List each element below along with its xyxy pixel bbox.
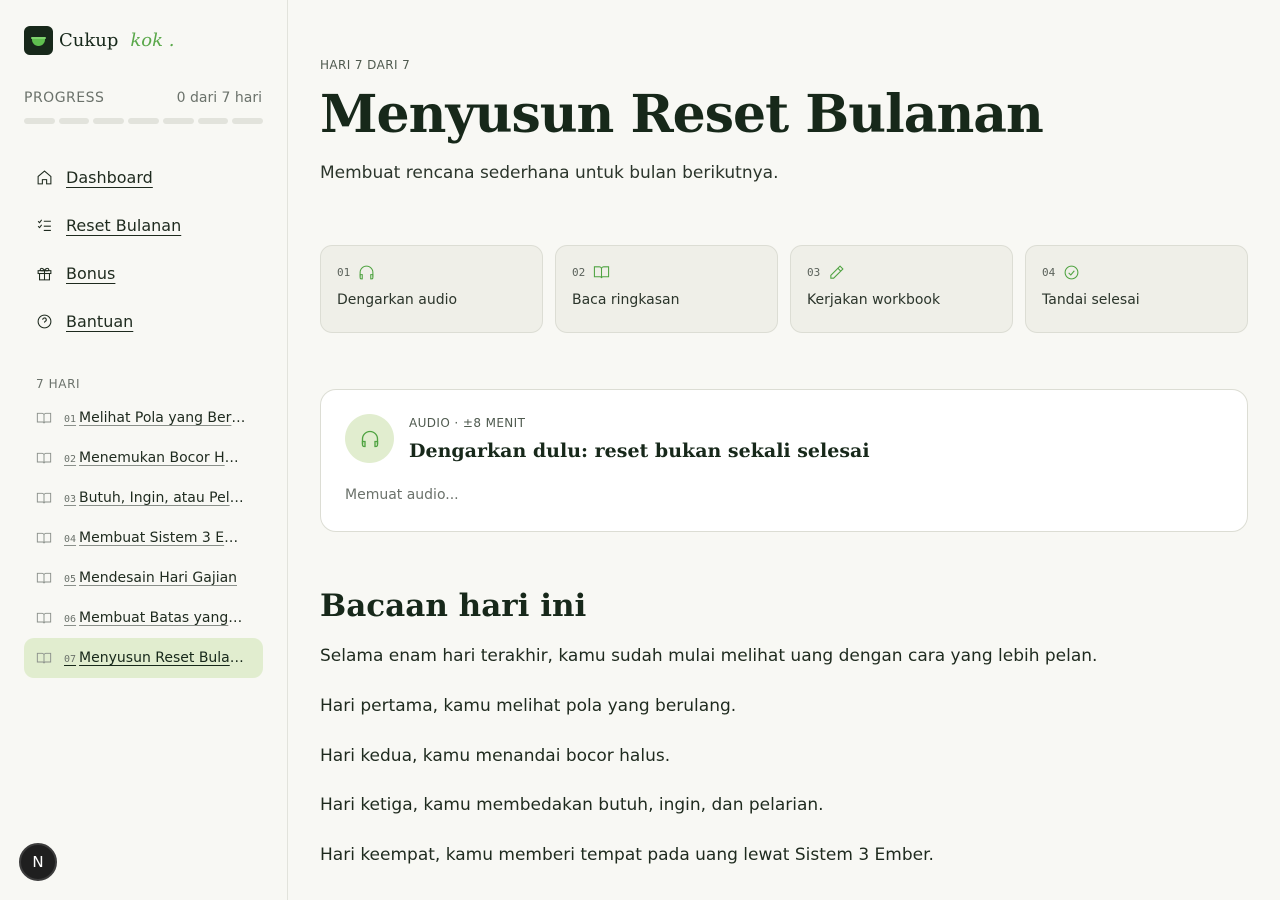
day-item-05[interactable]: 05 Mendesain Hari Gajian [24,558,263,598]
days-section-title: 7 HARI [36,377,81,391]
reading-paragraph: Hari keempat, kamu memberi tempat pada u… [320,845,934,865]
book-open-icon [36,572,52,584]
step-card-listen[interactable]: 01 Dengarkan audio [320,245,543,333]
day-number: 05 [64,574,77,585]
headphones-icon [361,430,378,447]
reading-paragraph: Selama enam hari terakhir, kamu sudah mu… [320,646,1098,666]
book-open-icon [36,492,52,504]
progress-segment [24,118,55,124]
reading-title: Bacaan hari ini [320,588,587,624]
step-number: 03 [807,265,821,279]
nav-item-dashboard[interactable]: Dashboard [24,160,263,194]
bowl-logo-icon [24,26,53,55]
step-card-read[interactable]: 02 Baca ringkasan [555,245,778,333]
nav-item-label: Dashboard [66,167,153,187]
day-item-label: 07 Menyusun Reset Bulanan [64,650,246,666]
day-number: 07 [64,654,77,665]
reading-paragraph: Hari pertama, kamu melihat pola yang ber… [320,696,737,716]
nav-item-bonus[interactable]: Bonus [24,256,263,290]
home-icon [37,169,52,184]
day-number: 06 [64,614,77,625]
book-open-icon [36,612,52,624]
day-item-02[interactable]: 02 Menemukan Bocor Halus [24,438,263,478]
day-number: 02 [64,454,77,465]
pencil-icon [830,264,844,279]
progress-count: 0 dari 7 hari [176,90,262,106]
gift-icon [37,267,52,280]
brand-name: Cukup [59,30,119,51]
progress-bar [24,118,264,124]
sidebar: Cukup kok . PROGRESS 0 dari 7 hari Dashb… [0,0,288,900]
progress-label: PROGRESS [24,90,105,106]
progress-segment [58,118,90,124]
day-item-01[interactable]: 01Melihat Pola yang Berulang [24,398,263,438]
book-open-icon [36,452,52,464]
day-item-03[interactable]: 03Butuh, Ingin, atau Pelarian [24,478,263,518]
day-item-06[interactable]: 06Membuat Batas yang Masuk Akal [24,598,263,638]
nav-item-label: Reset Bulanan [66,215,182,235]
audio-play-button[interactable] [345,414,394,463]
dev-tools-badge[interactable]: N [19,843,57,881]
step-label: Kerjakan workbook [807,292,941,308]
day-item-07[interactable]: 07 Menyusun Reset Bulanan [24,638,263,678]
page-title: Menyusun Reset Bulanan [320,84,1044,145]
day-title: Mendesain Hari Gajian [79,570,238,586]
step-label: Dengarkan audio [337,292,458,308]
step-number: 04 [1042,265,1056,279]
audio-loading-status: Memuat audio... [345,487,459,503]
progress-segment [232,118,264,124]
day-item-label: 01Melihat Pola yang Berulang [64,410,246,426]
step-number: 01 [337,265,351,279]
nav-item-label: Bonus [66,263,116,283]
step-number: 02 [572,265,586,279]
step-card-workbook[interactable]: 03 Kerjakan workbook [790,245,1013,333]
checklist-icon [37,219,51,231]
day-item-label: 06Membuat Batas yang Masuk Akal [64,610,246,626]
reading-paragraph: Hari kedua, kamu menandai bocor halus. [320,746,671,766]
progress-segment [128,118,159,124]
nav-item-reset-bulanan[interactable]: Reset Bulanan [24,208,263,242]
book-open-icon [36,412,52,424]
audio-card: AUDIO · ±8 MENIT Dengarkan dulu: reset b… [320,389,1248,532]
days-list: 01Melihat Pola yang Berulang 02Menemukan… [24,398,263,678]
main-nav: Dashboard Reset Bulanan Bonus Bantuan [24,160,263,352]
day-number: 01 [64,414,77,425]
reading-paragraph: Hari ketiga, kamu membedakan butuh, ingi… [320,795,824,815]
brand-accent: kok . [130,30,175,51]
day-item-label: 02 Menemukan Bocor Halus [64,450,246,466]
progress-segment [197,118,229,124]
day-title: Butuh, Ingin, atau Pelarian [79,490,246,506]
day-item-label: 03Butuh, Ingin, atau Pelarian [64,490,246,506]
audio-title: Dengarkan dulu: reset bukan sekali seles… [409,440,870,462]
headphones-icon [359,265,374,279]
brand-logo[interactable]: Cukup kok . [24,26,175,55]
day-item-label: 04 Membuat Sistem 3 Ember [64,530,246,546]
day-eyebrow: HARI 7 DARI 7 [320,58,411,72]
day-number: 03 [64,494,77,505]
audio-meta: AUDIO · ±8 MENIT [409,416,526,430]
book-open-icon [36,652,52,664]
day-item-04[interactable]: 04 Membuat Sistem 3 Ember [24,518,263,558]
check-circle-icon [1064,265,1079,279]
step-label: Baca ringkasan [572,292,680,308]
step-card-complete[interactable]: 04 Tandai selesai [1025,245,1248,333]
day-title: Membuat Sistem 3 Ember [79,530,246,546]
help-circle-icon [37,314,52,328]
book-open-icon [36,532,52,544]
steps-row: 01 Dengarkan audio 02 Baca ringkasan 03 … [320,245,1248,333]
progress-segment [93,118,125,124]
day-title: Membuat Batas yang Masuk Akal [79,610,246,626]
book-open-icon [594,265,610,278]
nav-item-bantuan[interactable]: Bantuan [24,304,263,338]
progress-segment [162,118,194,124]
page-subtitle: Membuat rencana sederhana untuk bulan be… [320,163,779,183]
day-title: Menemukan Bocor Halus [79,450,246,466]
day-title: Menyusun Reset Bulanan [79,650,246,666]
day-title: Melihat Pola yang Berulang [79,410,246,426]
nav-item-label: Bantuan [66,311,134,331]
step-label: Tandai selesai [1042,292,1140,308]
day-number: 04 [64,534,77,545]
day-item-label: 05 Mendesain Hari Gajian [64,570,237,586]
